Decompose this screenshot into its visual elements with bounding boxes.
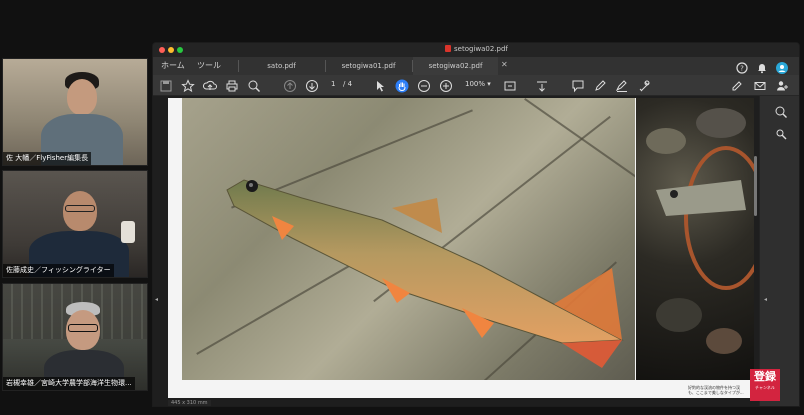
subscribe-stamp[interactable]: 登録 チャンネル	[750, 369, 780, 401]
search-zoom-icon[interactable]	[247, 78, 261, 92]
page-up-icon[interactable]	[283, 78, 297, 92]
search-icon[interactable]	[774, 104, 788, 118]
pdf-page: 好釣的な渓流の物件を持つ渓 も、ここまで美しなタイプが...	[168, 98, 754, 398]
collapse-left-panel-icon[interactable]: ◂	[155, 296, 158, 303]
close-window-button[interactable]	[159, 47, 165, 53]
participant-name: 岩槻幸雄／宮崎大学農学部海洋生物環...	[3, 377, 135, 390]
mail-icon[interactable]	[753, 78, 767, 92]
photo-rock-and-fish	[182, 98, 635, 380]
comment-icon[interactable]	[571, 78, 585, 93]
window-titlebar: setogiwa02.pdf	[153, 43, 799, 57]
hand-icon[interactable]	[395, 78, 409, 93]
menu-bar: ホーム ツール sato.pdf setogiwa01.pdf setogiwa…	[153, 57, 799, 75]
star-icon[interactable]	[181, 78, 195, 93]
fit-page-icon[interactable]	[503, 78, 517, 92]
pdf-viewer-window: setogiwa02.pdf ホーム ツール sato.pdf setogiwa…	[152, 42, 800, 407]
participant-tile-1[interactable]: 佐 大幡／FlyFisher編集長	[2, 58, 148, 166]
participant-name: 佐藤成史／フィッシングライター	[3, 264, 114, 277]
toolbar: 1 / 4 100% ▾	[153, 75, 799, 96]
menu-tools[interactable]: ツール	[197, 60, 221, 71]
svg-text:?: ?	[740, 65, 744, 73]
tab-setogiwa01[interactable]: setogiwa01.pdf	[326, 57, 411, 75]
pen-icon[interactable]	[593, 78, 607, 92]
tab-setogiwa02[interactable]: setogiwa02.pdf	[413, 57, 498, 75]
stamp-tool-icon[interactable]	[637, 78, 651, 92]
document-canvas[interactable]: 好釣的な渓流の物件を持つ渓 も、ここまで美しなタイプが... ◂	[153, 96, 759, 406]
participant-panel: 佐 大幡／FlyFisher編集長 佐藤成史／フィッシングライター 岩槻幸雄／宮…	[0, 58, 148, 395]
right-tool-panel: ◂	[759, 96, 799, 406]
edit-tool-icon[interactable]	[730, 78, 744, 92]
sign-icon[interactable]	[615, 78, 629, 92]
pdf-file-icon	[445, 45, 451, 52]
tab-sato[interactable]: sato.pdf	[239, 57, 324, 75]
document-title: setogiwa02.pdf	[445, 45, 508, 53]
scroll-mode-icon[interactable]	[535, 78, 549, 92]
vertical-scrollbar[interactable]	[754, 156, 757, 216]
page-size-label: 445 x 310 mm	[168, 400, 211, 406]
minimize-window-button[interactable]	[168, 47, 174, 53]
save-icon[interactable]	[159, 78, 173, 92]
page-down-icon[interactable]	[305, 78, 319, 92]
participant-tile-3[interactable]: 岩槻幸雄／宮崎大学農学部海洋生物環...	[2, 283, 148, 391]
zoom-level-select[interactable]: 100% ▾	[465, 80, 491, 88]
zoom-out-icon[interactable]	[417, 78, 431, 92]
cursor-icon[interactable]	[373, 78, 387, 92]
zoom-window-button[interactable]	[177, 47, 183, 53]
help-icon[interactable]: ?	[736, 59, 748, 74]
close-tab-icon[interactable]: ✕	[501, 60, 508, 69]
page-caption: 好釣的な渓流の物件を持つ渓 も、ここまで美しなタイプが...	[688, 385, 744, 395]
avatar-icon[interactable]	[776, 59, 788, 74]
collapse-right-panel-icon[interactable]: ◂	[764, 296, 767, 303]
participant-name: 佐 大幡／FlyFisher編集長	[3, 152, 92, 165]
print-icon[interactable]	[225, 78, 239, 92]
zoom-in-icon[interactable]	[439, 78, 453, 92]
participant-tile-2[interactable]: 佐藤成史／フィッシングライター	[2, 170, 148, 278]
bottle-object	[121, 221, 135, 243]
fish-graphic	[226, 179, 624, 368]
photo-fish-in-net	[636, 98, 754, 380]
total-pages: / 4	[343, 80, 353, 88]
menu-home[interactable]: ホーム	[161, 60, 185, 71]
current-page[interactable]: 1	[331, 80, 335, 88]
tools-settings-icon[interactable]	[774, 126, 788, 140]
bell-icon[interactable]	[756, 59, 768, 74]
upload-icon[interactable]	[202, 78, 217, 92]
user-add-icon[interactable]	[775, 78, 789, 92]
